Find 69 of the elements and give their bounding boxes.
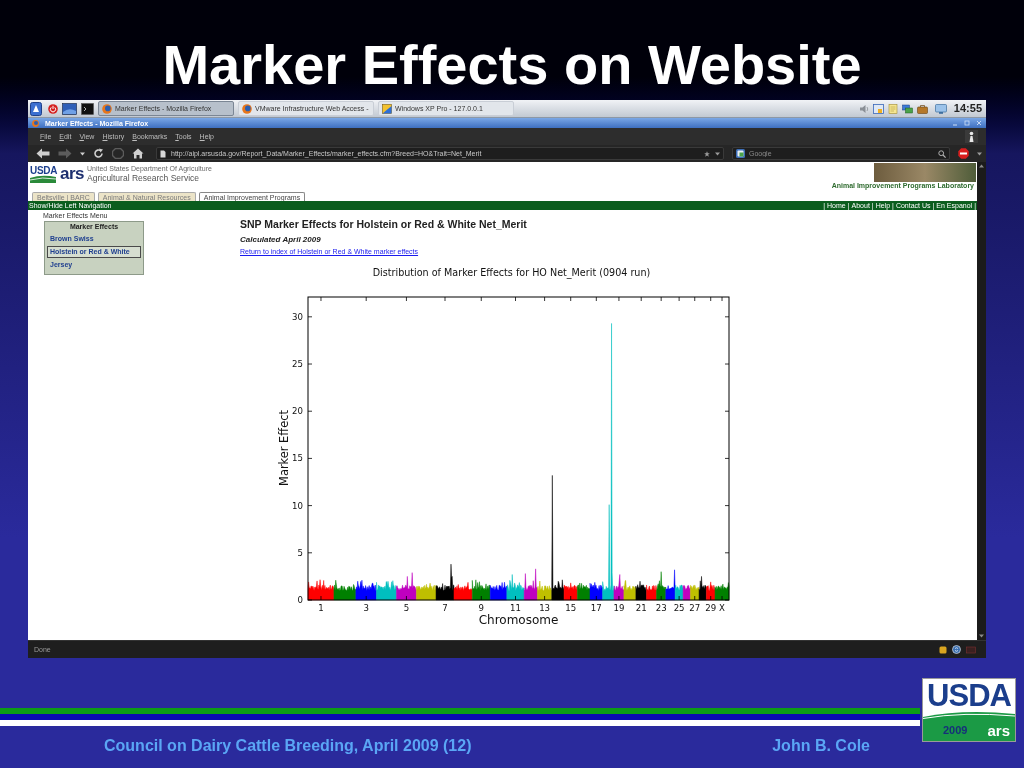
scrollbar[interactable] [977, 162, 986, 640]
bookmark-star-icon[interactable] [704, 150, 710, 157]
y-tick-label: 0 [297, 595, 303, 605]
browser-icon [242, 103, 252, 114]
terminal-icon[interactable] [81, 102, 94, 115]
x-tick-label: 15 [565, 603, 577, 613]
search-engine-icon[interactable] [736, 149, 745, 158]
agency-name: Agricultural Research Service [87, 173, 200, 183]
caret-icon[interactable] [80, 151, 85, 156]
block-sign-icon[interactable] [958, 148, 969, 159]
x-tick-label: 17 [590, 603, 602, 613]
caret-icon[interactable] [715, 151, 720, 156]
scroll-down-icon[interactable] [979, 634, 984, 638]
x-axis-label: Chromosome [478, 613, 559, 627]
console-window-icon [382, 103, 392, 114]
window-icon[interactable] [872, 103, 884, 114]
desktop-icon[interactable] [62, 102, 77, 115]
logo-wordmark: USDA [926, 679, 1012, 711]
page-heading: SNP Marker Effects for Holstein or Red & White Net_Merit [240, 218, 528, 230]
slide-title: Marker Effects on Website [162, 37, 862, 93]
y-tick-label: 10 [292, 500, 303, 511]
x-tick-label: 25 [673, 603, 685, 613]
x-tick-label: 11 [510, 603, 521, 613]
browser-icon [32, 119, 39, 127]
page-icon [160, 149, 166, 158]
speaker-icon[interactable] [858, 103, 869, 114]
back-arrow-icon[interactable] [36, 148, 50, 159]
home-icon[interactable] [132, 148, 144, 159]
monitor-icon[interactable] [934, 103, 947, 114]
y-tick-label: 30 [292, 311, 303, 322]
search-icon[interactable] [938, 149, 946, 158]
y-axis-label: Marker Effect [277, 410, 291, 486]
x-tick-label: 23 [655, 603, 667, 613]
launcher-icon[interactable] [30, 101, 42, 116]
y-tick-label: 15 [292, 453, 303, 464]
close-icon[interactable] [976, 120, 982, 126]
scroll-up-icon[interactable] [979, 164, 984, 168]
extension-icon[interactable] [939, 645, 947, 654]
briefcase-icon[interactable] [916, 103, 928, 114]
x-tick-label: 29 [705, 603, 717, 613]
chart-title: Distribution of Marker Effects for HO Net_Merit (0904 run) [372, 267, 651, 278]
ars-logo-text: ars [60, 163, 85, 182]
browser-icon [102, 103, 112, 114]
reload-icon[interactable] [93, 148, 104, 159]
footer-event: Council on Dairy Cattle Breeding, April 2009 (12) [104, 736, 472, 756]
x-tick-label: 1 [318, 603, 324, 613]
x-tick-label: 9 [478, 603, 484, 613]
usda-logo-text: USDA [30, 166, 58, 175]
y-tick-label: 25 [292, 359, 303, 369]
x-tick-label: 5 [403, 603, 410, 613]
y-tick-label: 5 [297, 547, 303, 558]
power-icon[interactable] [48, 103, 58, 114]
logo-year: 2009 [943, 724, 968, 736]
x-tick-label: 19 [613, 603, 625, 613]
footer-author: John B. Cole [772, 736, 870, 756]
x-tick-label: 13 [539, 603, 551, 613]
x-tick-label: 7 [442, 603, 448, 613]
status-circle-icon[interactable] [952, 645, 961, 654]
x-tick-label: 3 [363, 603, 369, 613]
x-tick-label: X [719, 603, 725, 613]
info-icon [965, 130, 978, 143]
caret-icon[interactable] [977, 151, 982, 156]
y-tick-label: 20 [292, 406, 303, 417]
network-icon[interactable] [901, 103, 913, 114]
logo-mark: ars [987, 722, 1010, 738]
clock: 14:55 [953, 103, 982, 114]
x-tick-label: 21 [635, 603, 647, 613]
x-tick-label: 27 [689, 603, 701, 613]
page-subheading: Calculated April 2009 [240, 235, 322, 244]
